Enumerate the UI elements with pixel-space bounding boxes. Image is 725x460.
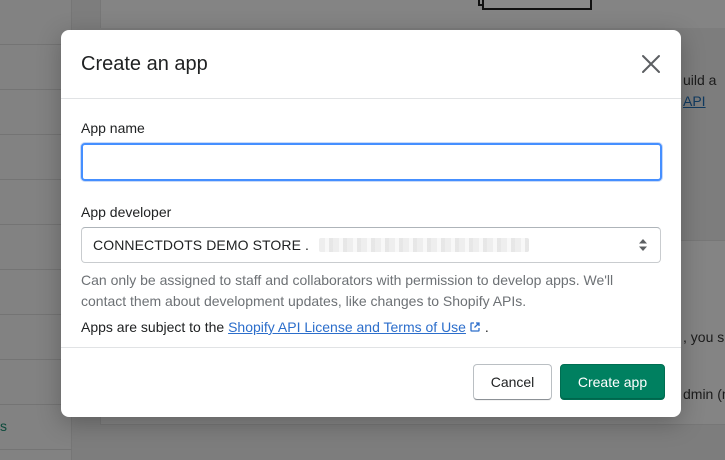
app-name-label: App name <box>81 120 145 136</box>
cancel-button[interactable]: Cancel <box>473 364 552 400</box>
background-text: , you sh <box>683 329 725 345</box>
app-developer-select[interactable]: CONNECTDOTS DEMO STORE . <box>81 227 661 263</box>
app-name-input[interactable] <box>81 143 662 181</box>
background-text: dmin (m <box>683 386 725 402</box>
app-developer-label: App developer <box>81 204 172 220</box>
create-app-button[interactable]: Create app <box>560 364 665 400</box>
sidebar-divider <box>0 449 72 450</box>
modal-body: App name App developer CONNECTDOTS DEMO … <box>61 99 681 348</box>
background-illustration <box>478 0 594 12</box>
app-developer-field: App developer CONNECTDOTS DEMO STORE . C… <box>81 204 661 312</box>
modal-footer: Cancel Create app <box>61 348 681 416</box>
create-app-modal: Create an app App name App developer CON… <box>61 30 681 417</box>
sidebar-item-label: s <box>0 418 7 434</box>
close-button[interactable] <box>639 52 663 76</box>
background-card <box>100 0 725 28</box>
app-developer-help-text: Can only be assigned to staff and collab… <box>81 272 614 309</box>
app-developer-selected-value: CONNECTDOTS DEMO STORE . <box>93 237 310 253</box>
terms-link[interactable]: Shopify API License and Terms of Use <box>228 319 481 335</box>
background-text: uild a <box>683 72 717 88</box>
redacted-text <box>319 238 530 252</box>
close-icon <box>642 55 660 73</box>
select-arrows-icon <box>639 239 647 251</box>
terms-notice: Apps are subject to the Shopify API Lice… <box>81 319 661 335</box>
external-link-icon <box>470 322 480 332</box>
background-link: API <box>683 93 706 109</box>
modal-title: Create an app <box>81 52 208 75</box>
terms-suffix: . <box>484 319 489 335</box>
terms-link-label: Shopify API License and Terms of Use <box>228 319 466 335</box>
modal-header: Create an app <box>61 30 681 99</box>
terms-prefix: Apps are subject to the <box>81 319 225 335</box>
